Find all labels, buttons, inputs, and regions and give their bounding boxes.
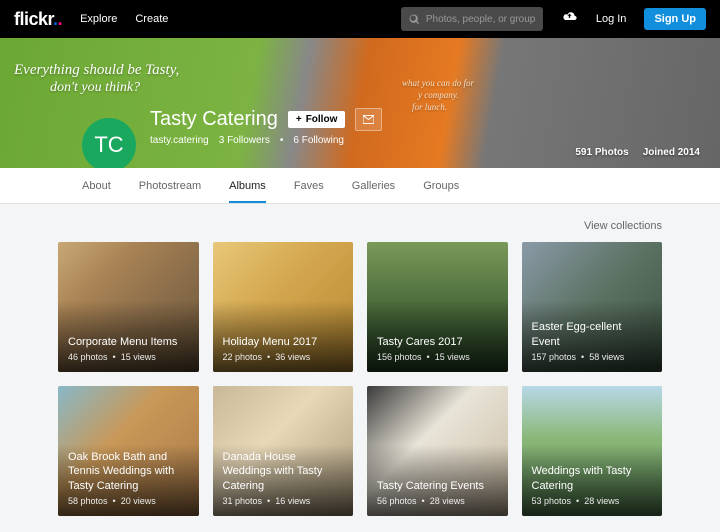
album-card[interactable]: Corporate Menu Items 46 photos • 15 views <box>58 242 199 372</box>
cover-text: what you can do for <box>402 78 474 88</box>
albums-grid: Corporate Menu Items 46 photos • 15 views… <box>58 242 662 516</box>
create-link[interactable]: Create <box>135 13 168 25</box>
album-meta: 53 photos • 28 views <box>532 496 653 506</box>
album-title: Danada House Weddings with Tasty Caterin… <box>223 450 344 493</box>
view-collections-link[interactable]: View collections <box>584 220 662 232</box>
album-title: Tasty Catering Events <box>377 479 498 493</box>
album-meta: 156 photos • 15 views <box>377 352 498 362</box>
top-navigation: flickr.. Explore Create Log In Sign Up <box>0 0 720 38</box>
album-card[interactable]: Tasty Catering Events 56 photos • 28 view… <box>367 386 508 516</box>
album-title: Oak Brook Bath and Tennis Weddings with … <box>68 450 189 493</box>
tab-groups[interactable]: Groups <box>423 168 459 203</box>
tab-photostream[interactable]: Photostream <box>139 168 201 203</box>
album-card[interactable]: Easter Egg-cellent Event 157 photos • 58 … <box>522 242 663 372</box>
photo-count: 591 Photos <box>575 147 628 158</box>
tab-albums[interactable]: Albums <box>229 168 266 203</box>
cover-text: y company. <box>418 90 459 100</box>
following-count[interactable]: 6 Following <box>293 135 344 146</box>
tab-about[interactable]: About <box>82 168 111 203</box>
album-title: Easter Egg-cellent Event <box>532 320 653 349</box>
search-box[interactable] <box>401 7 543 31</box>
followers-count[interactable]: 3 Followers <box>219 135 270 146</box>
album-title: Weddings with Tasty Catering <box>532 464 653 493</box>
album-meta: 31 photos • 16 views <box>223 496 344 506</box>
signup-button[interactable]: Sign Up <box>644 8 706 30</box>
profile-tabs: About Photostream Albums Faves Galleries… <box>0 168 720 204</box>
profile-stats: 591 Photos Joined 2014 <box>575 147 700 158</box>
explore-link[interactable]: Explore <box>80 13 117 25</box>
album-title: Holiday Menu 2017 <box>223 335 344 349</box>
upload-icon[interactable] <box>561 8 578 30</box>
album-meta: 58 photos • 20 views <box>68 496 189 506</box>
username: tasty.catering <box>150 135 209 146</box>
album-card[interactable]: Weddings with Tasty Catering 53 photos • … <box>522 386 663 516</box>
album-meta: 22 photos • 36 views <box>223 352 344 362</box>
album-card[interactable]: Holiday Menu 2017 22 photos • 36 views <box>213 242 354 372</box>
login-link[interactable]: Log In <box>596 13 627 25</box>
profile-info: Tasty Catering +Follow tasty.catering 3 … <box>150 108 382 146</box>
album-title: Corporate Menu Items <box>68 335 189 349</box>
album-card[interactable]: Danada House Weddings with Tasty Caterin… <box>213 386 354 516</box>
album-meta: 157 photos • 58 views <box>532 352 653 362</box>
tab-faves[interactable]: Faves <box>294 168 324 203</box>
mail-icon <box>363 115 374 124</box>
logo-text: flickr <box>14 9 53 29</box>
cover-text: for lunch. <box>412 102 447 112</box>
mail-button[interactable] <box>355 108 382 131</box>
search-input[interactable] <box>426 14 535 25</box>
album-card[interactable]: Tasty Cares 2017 156 photos • 15 views <box>367 242 508 372</box>
profile-name: Tasty Catering <box>150 108 278 131</box>
cover-photo: Everything should be Tasty, don't you th… <box>0 38 720 168</box>
flickr-logo[interactable]: flickr.. <box>14 9 62 30</box>
album-title: Tasty Cares 2017 <box>377 335 498 349</box>
joined-year: Joined 2014 <box>643 147 700 158</box>
album-meta: 56 photos • 28 views <box>377 496 498 506</box>
follow-button[interactable]: +Follow <box>288 111 346 128</box>
cover-text: Everything should be Tasty, <box>14 62 179 79</box>
profile-avatar[interactable]: TC <box>82 118 136 168</box>
follow-label: Follow <box>306 114 338 125</box>
album-meta: 46 photos • 15 views <box>68 352 189 362</box>
cover-text: don't you think? <box>50 80 140 96</box>
album-card[interactable]: Oak Brook Bath and Tennis Weddings with … <box>58 386 199 516</box>
tab-galleries[interactable]: Galleries <box>352 168 395 203</box>
albums-content: View collections Corporate Menu Items 46 … <box>0 204 720 532</box>
search-icon <box>409 14 420 25</box>
